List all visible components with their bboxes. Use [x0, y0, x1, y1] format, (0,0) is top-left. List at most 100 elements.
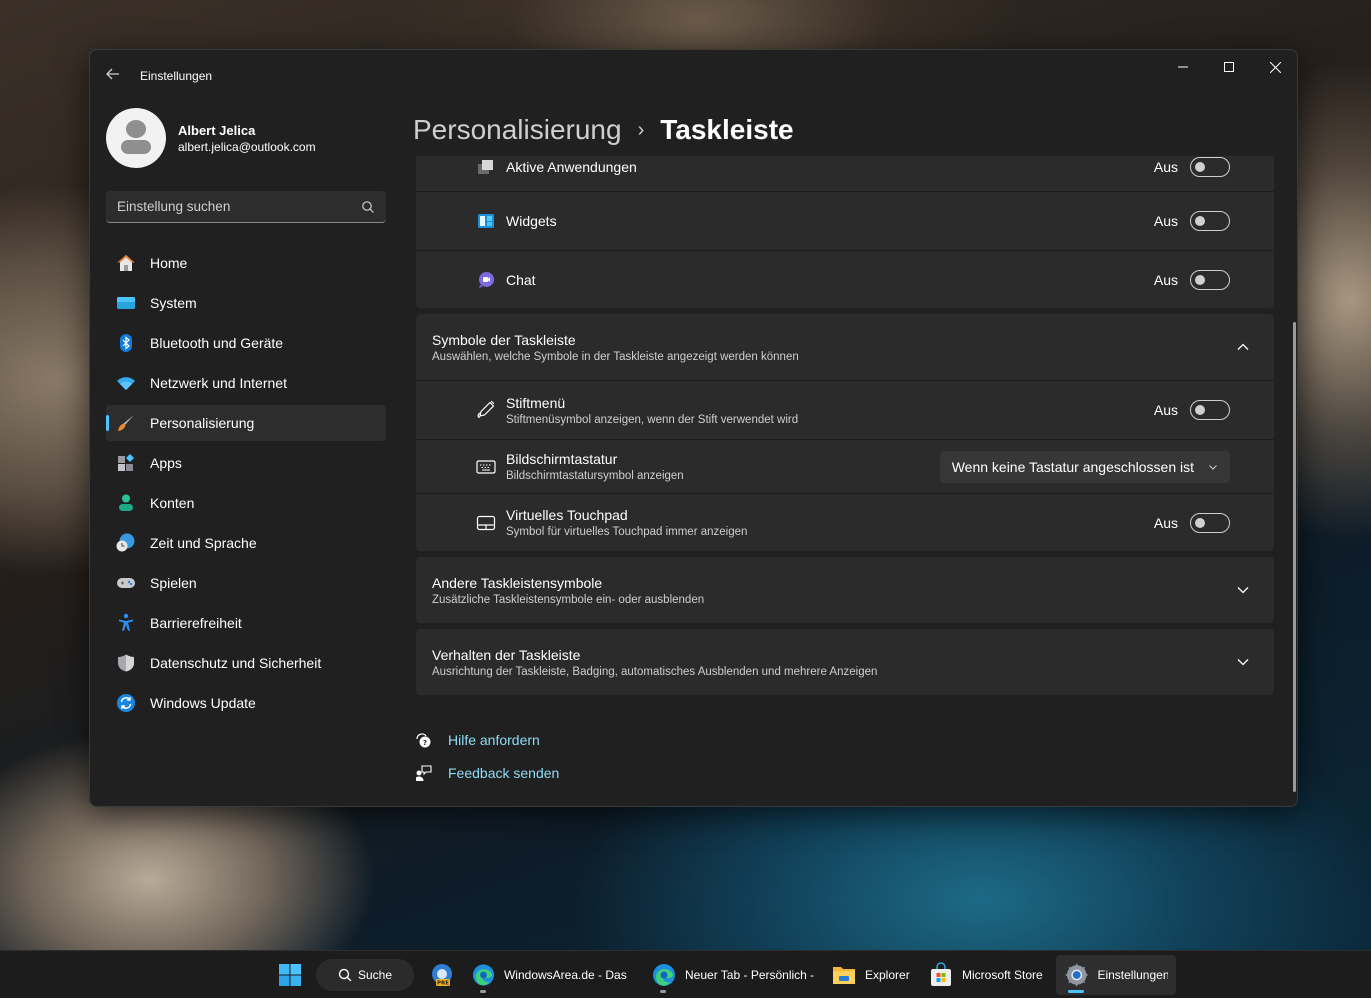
search-input[interactable]: [117, 199, 361, 214]
taskbar-app-label: Microsoft Store: [962, 968, 1043, 982]
sidebar-item-accounts[interactable]: Konten: [106, 485, 386, 521]
taskbar-behavior-section[interactable]: Verhalten der Taskleiste Ausrichtung der…: [416, 629, 1274, 695]
start-button[interactable]: [270, 955, 310, 995]
other-taskbar-symbols-section[interactable]: Andere Taskleistensymbole Zusätzliche Ta…: [416, 557, 1274, 623]
taskbar-app-store[interactable]: Microsoft Store: [920, 955, 1051, 995]
setting-description: Symbol für virtuelles Touchpad immer anz…: [506, 526, 748, 538]
running-indicator: [660, 990, 666, 993]
sidebar-item-gaming[interactable]: Spielen: [106, 565, 386, 601]
other-symbols-header[interactable]: Andere Taskleistensymbole Zusätzliche Ta…: [416, 557, 1274, 623]
sidebar-item-windows-update[interactable]: Windows Update: [106, 685, 386, 721]
active-indicator: [1068, 990, 1084, 993]
taskbar-symbols-section: Symbole der Taskleiste Auswählen, welche…: [416, 314, 1274, 551]
breadcrumb-parent[interactable]: Personalisierung: [413, 114, 622, 146]
toggle-state: Aus: [1153, 271, 1178, 288]
sidebar-item-label: System: [150, 295, 197, 311]
maximize-icon: [1224, 62, 1234, 72]
help-links: ? Hilfe anfordern Feedback senden: [416, 723, 1274, 789]
sidebar-item-system[interactable]: System: [106, 285, 386, 321]
sidebar-nav: Home System Bluetooth und Geräte Netzwer…: [106, 245, 386, 725]
taskbar-search[interactable]: Suche: [316, 959, 415, 991]
sidebar-item-label: Bluetooth und Geräte: [150, 335, 284, 351]
apps-icon: [116, 453, 136, 473]
sidebar-item-label: Apps: [150, 455, 182, 471]
close-button[interactable]: [1252, 50, 1297, 84]
avatar: [106, 108, 166, 168]
taskbar-app-settings[interactable]: Einstellungen: [1056, 955, 1176, 995]
setting-title: Stiftmenü: [506, 394, 566, 411]
store-icon: [931, 962, 951, 986]
windows-taskbar: Suche PRE WindowsArea.de - Das W Neuer T…: [0, 950, 1371, 998]
pen-menu-toggle[interactable]: [1190, 400, 1230, 420]
chat-toggle[interactable]: [1190, 269, 1230, 290]
search-icon[interactable]: [361, 200, 375, 214]
behavior-header[interactable]: Verhalten der Taskleiste Ausrichtung der…: [416, 629, 1274, 695]
sidebar-item-time-language[interactable]: Zeit und Sprache: [106, 525, 386, 561]
chat-icon: [476, 270, 496, 290]
title-bar: Einstellungen: [90, 50, 1297, 98]
user-profile[interactable]: Albert Jelica albert.jelica@outlook.com: [106, 107, 316, 169]
chevron-down-icon[interactable]: [1236, 655, 1250, 669]
get-help-label[interactable]: Hilfe anfordern: [448, 732, 540, 748]
chevron-up-icon[interactable]: [1236, 340, 1250, 354]
settings-gear-icon: [1064, 963, 1089, 987]
widgets-icon: [476, 211, 496, 231]
taskbar-app-edge-windowsarea[interactable]: WindowsArea.de - Das W: [463, 955, 635, 995]
toggle-state: Aus: [1153, 402, 1178, 418]
touch-keyboard-dropdown[interactable]: Wenn keine Tastatur angeschlossen ist: [939, 450, 1230, 483]
sidebar-item-label: Barrierefreiheit: [150, 615, 242, 631]
minimize-button[interactable]: [1160, 50, 1206, 84]
content-pane: Aktive Anwendungen Aus Widgets Aus Chat …: [416, 156, 1274, 806]
chevron-down-icon[interactable]: [1236, 583, 1250, 597]
sidebar-item-privacy[interactable]: Datenschutz und Sicherheit: [106, 645, 386, 681]
pen-icon: [476, 400, 496, 420]
taskbar-app-edge-new-tab[interactable]: Neuer Tab - Persönlich -: [643, 955, 822, 995]
taskbar-symbols-header[interactable]: Symbole der Taskleiste Auswählen, welche…: [416, 314, 1274, 380]
svg-text:PRE: PRE: [437, 981, 449, 987]
sidebar-item-label: Windows Update: [150, 695, 256, 711]
feedback-icon: [416, 764, 432, 781]
chevron-down-icon: [1209, 464, 1217, 470]
update-icon: [116, 693, 136, 713]
sidebar-item-label: Spielen: [150, 575, 197, 591]
touchpad-icon: [476, 513, 496, 533]
brush-icon: [116, 413, 136, 433]
setting-description: Bildschirmtastatursymbol anzeigen: [506, 470, 684, 482]
profile-name: Albert Jelica: [178, 122, 256, 138]
setting-title: Bildschirmtastatur: [506, 451, 618, 467]
settings-window: Einstellungen Albert Jelica albert.jelic…: [89, 49, 1298, 807]
sidebar-item-network[interactable]: Netzwerk und Internet: [106, 365, 386, 401]
sidebar-item-home[interactable]: Home: [106, 245, 386, 281]
sidebar-item-accessibility[interactable]: Barrierefreiheit: [106, 605, 386, 641]
taskbar-app-label: Explorer: [865, 968, 910, 982]
wifi-icon: [116, 373, 136, 393]
send-feedback-link[interactable]: Feedback senden: [416, 756, 1274, 789]
send-feedback-label[interactable]: Feedback senden: [448, 765, 559, 781]
task-view-toggle[interactable]: [1190, 156, 1230, 177]
widgets-toggle[interactable]: [1190, 211, 1230, 231]
shield-icon: [116, 653, 136, 673]
close-icon: [1269, 61, 1281, 73]
sidebar-item-apps[interactable]: Apps: [106, 445, 386, 481]
windows-logo-icon: [279, 964, 301, 986]
maximize-button[interactable]: [1206, 50, 1252, 84]
sidebar-item-label: Datenschutz und Sicherheit: [150, 655, 322, 671]
sidebar-item-personalization[interactable]: Personalisierung: [106, 405, 386, 441]
sidebar-item-label: Konten: [150, 495, 195, 511]
setting-row-task-view: Aktive Anwendungen Aus: [416, 156, 1274, 191]
sidebar-item-bluetooth[interactable]: Bluetooth und Geräte: [106, 325, 386, 361]
system-icon: [116, 293, 136, 313]
running-indicator: [480, 990, 486, 993]
taskbar-app-label: WindowsArea.de - Das W: [503, 968, 627, 982]
back-button[interactable]: [102, 63, 124, 85]
settings-search[interactable]: [106, 191, 386, 223]
toggle-state: Aus: [1153, 514, 1178, 531]
virtual-touchpad-toggle[interactable]: [1190, 512, 1230, 533]
gamepad-icon: [116, 573, 136, 593]
get-help-link[interactable]: ? Hilfe anfordern: [416, 723, 1274, 756]
taskbar-app-edge-dev[interactable]: PRE: [421, 955, 463, 995]
minimize-icon: [1178, 66, 1188, 68]
content-scrollbar[interactable]: [1293, 322, 1296, 792]
toggle-state: Aus: [1153, 158, 1178, 175]
taskbar-app-explorer[interactable]: Explorer: [823, 955, 918, 995]
